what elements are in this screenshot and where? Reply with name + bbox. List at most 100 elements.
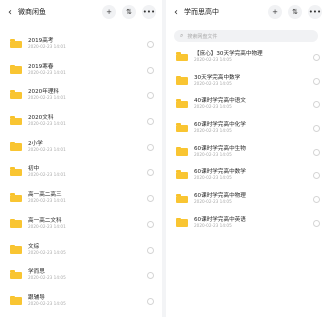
select-radio[interactable] <box>147 143 154 151</box>
item-date: 2020-02-23 14:01 <box>28 172 66 178</box>
list-item[interactable]: 40课时学完高中语文 2020-02-23 14:05 <box>166 93 328 117</box>
list-item[interactable]: 2020文科 2020-02-23 14:01 <box>0 110 162 136</box>
item-date: 2020-02-23 14:05 <box>194 80 232 86</box>
item-name: 40课时学完高中语文 <box>194 98 246 105</box>
item-name: 文综 <box>28 243 40 250</box>
select-radio[interactable] <box>147 118 154 126</box>
add-icon[interactable]: + <box>102 5 116 19</box>
list-item[interactable]: 高一高二高三 2020-02-23 14:01 <box>0 187 162 213</box>
list-item[interactable]: 文综 2020-02-23 14:05 <box>0 239 162 265</box>
back-icon[interactable]: ‹ <box>2 7 18 18</box>
list-item[interactable]: 2小学 2020-02-23 14:01 <box>0 136 162 162</box>
item-date: 2020-02-23 14:05 <box>194 222 232 228</box>
header: ‹ 微商闲鱼 + ⇅ ••• <box>0 0 162 24</box>
add-icon[interactable]: + <box>268 5 282 19</box>
select-radio[interactable] <box>147 272 154 280</box>
select-radio[interactable] <box>147 92 154 100</box>
item-date: 2020-02-23 14:05 <box>28 275 66 281</box>
select-radio[interactable] <box>313 77 320 85</box>
item-name: 60课时学完高中英语 <box>194 216 246 223</box>
select-radio[interactable] <box>147 246 154 254</box>
item-name: 60课时学完高中数学 <box>194 169 246 176</box>
item-date: 2020-02-23 14:05 <box>194 128 232 134</box>
list-item[interactable]: 跟辅导 2020-02-23 14:05 <box>0 290 162 316</box>
item-name: 60课时学完高中物理 <box>194 193 246 200</box>
select-radio[interactable] <box>313 219 320 227</box>
item-date: 2020-02-23 14:05 <box>194 199 232 205</box>
sort-icon[interactable]: ⇅ <box>288 5 302 19</box>
folder-icon <box>10 90 22 100</box>
folder-icon <box>10 64 22 74</box>
list-item[interactable]: 2019高考 2020-02-23 14:01 <box>0 33 162 59</box>
folder-icon <box>176 170 188 180</box>
item-name: 跟辅导 <box>28 294 45 301</box>
folder-icon <box>176 75 188 85</box>
item-name: 学而思 <box>28 269 45 276</box>
header-actions: + ⇅ ••• <box>268 5 322 19</box>
item-date: 2020-02-23 14:05 <box>194 151 232 157</box>
search-input[interactable]: ⌕ 搜索网盘文件 <box>174 30 318 42</box>
item-name: 2019高考 <box>28 38 54 44</box>
select-radio[interactable] <box>313 54 320 61</box>
list-item[interactable]: 【庶心】30天学完高中物理 2020-02-23 14:05 <box>166 46 328 70</box>
folder-icon <box>10 218 22 228</box>
select-radio[interactable] <box>313 148 320 156</box>
list-item[interactable]: 初中 2020-02-23 14:01 <box>0 161 162 187</box>
folder-icon <box>10 141 22 151</box>
item-name: 60课时学完高中生物 <box>194 145 246 152</box>
sort-icon[interactable]: ⇅ <box>122 5 136 19</box>
folder-title: 学而思高中 <box>184 8 219 16</box>
list-item[interactable]: 60课时学完高中数学 2020-02-23 14:05 <box>166 164 328 188</box>
select-radio[interactable] <box>313 125 320 133</box>
file-list: 2019高考 2020-02-23 14:01 2019寒春 2020-02-23 1… <box>0 33 162 316</box>
header-actions: + ⇅ ••• <box>102 5 156 19</box>
list-item[interactable]: 60课时学完高中物理 2020-02-23 14:05 <box>166 188 328 212</box>
item-name: 高一高二文科 <box>28 217 62 224</box>
search-placeholder: 搜索网盘文件 <box>187 33 218 40</box>
folder-icon <box>10 193 22 203</box>
select-radio[interactable] <box>313 196 320 204</box>
list-item[interactable]: 2020年理科 2020-02-23 14:01 <box>0 84 162 110</box>
folder-icon <box>176 146 188 156</box>
select-radio[interactable] <box>147 297 154 305</box>
search-icon: ⌕ <box>180 32 184 39</box>
folder-icon <box>176 217 188 227</box>
folder-title: 微商闲鱼 <box>18 8 46 16</box>
select-radio[interactable] <box>147 195 154 203</box>
list-item[interactable]: 学而思 2020-02-23 14:05 <box>0 264 162 290</box>
item-date: 2020-02-23 14:01 <box>28 95 66 101</box>
item-name: 60课时学完高中化学 <box>194 122 246 129</box>
list-item[interactable]: 60课时学完高中化学 2020-02-23 14:05 <box>166 117 328 141</box>
folder-icon <box>10 39 22 48</box>
item-name: 2020文科 <box>28 115 54 122</box>
folder-icon <box>176 52 188 61</box>
item-date: 2020-02-23 14:05 <box>194 175 232 181</box>
list-item[interactable]: 60课时学完高中生物 2020-02-23 14:05 <box>166 141 328 165</box>
list-item[interactable]: 30天学完高中数学 2020-02-23 14:05 <box>166 70 328 94</box>
select-radio[interactable] <box>147 66 154 74</box>
item-date: 2020-02-23 14:05 <box>28 249 66 255</box>
list-item[interactable]: 高一高二文科 2020-02-23 14:01 <box>0 213 162 239</box>
item-name: 30天学完高中数学 <box>194 74 241 81</box>
back-icon[interactable]: ‹ <box>168 7 184 18</box>
item-name: 【庶心】30天学完高中物理 <box>194 51 263 57</box>
item-date: 2020-02-23 14:01 <box>28 69 66 75</box>
folder-icon <box>10 167 22 177</box>
select-radio[interactable] <box>313 172 320 180</box>
select-radio[interactable] <box>147 220 154 228</box>
folder-icon <box>10 295 22 305</box>
item-name: 2小学 <box>28 140 43 147</box>
more-icon[interactable]: ••• <box>142 5 156 19</box>
left-file-panel: ‹ 微商闲鱼 + ⇅ ••• 2019高考 2020-02-23 14:01 201… <box>0 0 162 317</box>
list-item[interactable]: 60课时学完高中英语 2020-02-23 14:05 <box>166 212 328 236</box>
item-date: 2020-02-23 14:05 <box>28 300 66 306</box>
item-name: 2020年理科 <box>28 89 60 96</box>
item-date: 2020-02-23 14:01 <box>28 146 66 152</box>
item-date: 2020-02-23 14:01 <box>28 44 66 49</box>
more-icon[interactable]: ••• <box>308 5 322 19</box>
select-radio[interactable] <box>147 169 154 177</box>
header: ‹ 学而思高中 + ⇅ ••• <box>166 0 328 24</box>
select-radio[interactable] <box>313 101 320 109</box>
list-item[interactable]: 2019寒春 2020-02-23 14:01 <box>0 59 162 85</box>
select-radio[interactable] <box>147 41 154 48</box>
